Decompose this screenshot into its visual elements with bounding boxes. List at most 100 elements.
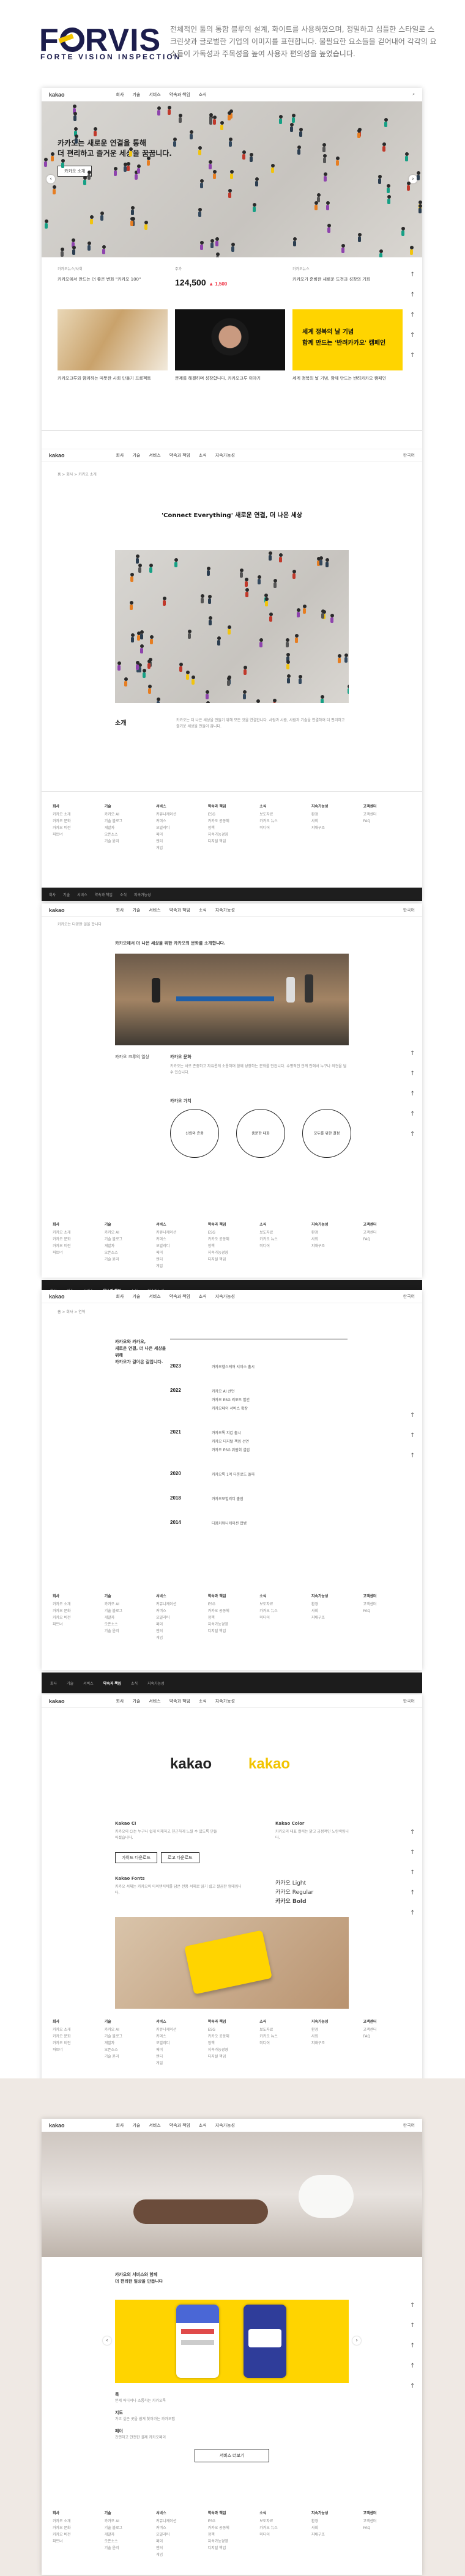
footer-link[interactable]: 게임 xyxy=(156,1263,204,1270)
footer-link[interactable]: 커뮤니케이션 xyxy=(156,1229,204,1236)
strip-nav-item[interactable]: 소식 xyxy=(120,892,127,897)
footer-link[interactable]: 커머스 xyxy=(156,2525,204,2531)
footer-heading[interactable]: 서비스 xyxy=(156,2018,204,2025)
footer-link[interactable]: 카카오 AI xyxy=(105,1229,153,1236)
footer-heading[interactable]: 기술 xyxy=(105,1593,153,1600)
guide-download-button[interactable]: 가이드 다운로드 xyxy=(115,1852,158,1863)
nav-item[interactable]: 회사 xyxy=(116,1294,124,1300)
footer-link[interactable]: 엔터 xyxy=(156,2053,204,2060)
footer-link[interactable]: 미디어 xyxy=(259,825,308,831)
footer-link[interactable]: 기술 윤리 xyxy=(105,2053,153,2060)
footer-heading[interactable]: 기술 xyxy=(105,1221,153,1228)
footer-link[interactable]: 카카오 뉴스 xyxy=(259,1608,308,1614)
nav-item[interactable]: 서비스 xyxy=(149,1698,160,1704)
site-logo[interactable]: kakao xyxy=(49,2122,65,2129)
footer-link[interactable]: 디지털 책임 xyxy=(208,1256,256,1263)
footer-link[interactable]: 지배구조 xyxy=(311,1614,360,1621)
footer-link[interactable]: 미디어 xyxy=(259,1243,308,1249)
footer-link[interactable]: 개발자 xyxy=(105,1614,153,1621)
footer-link[interactable]: 카카오 소개 xyxy=(53,2518,101,2525)
strip-nav-item[interactable]: 지속가능성 xyxy=(147,1680,165,1686)
up-arrow-icon[interactable]: ↑ xyxy=(410,1412,417,1419)
footer-link[interactable]: 기술 블로그 xyxy=(105,1236,153,1243)
footer-link[interactable]: ESG xyxy=(208,1601,256,1608)
footer-link[interactable]: 카카오 문화 xyxy=(53,1608,101,1614)
footer-link[interactable]: 디지털 책임 xyxy=(208,838,256,845)
footer-link[interactable]: 커머스 xyxy=(156,2033,204,2040)
news-card-3[interactable]: 카카오뉴스 카카오가 준비한 새로운 도전과 성장의 기회 xyxy=(292,267,403,283)
footer-heading[interactable]: 고객센터 xyxy=(363,1221,411,1228)
footer-link[interactable]: 지속가능경영 xyxy=(208,2538,256,2545)
footer-link[interactable]: 커머스 xyxy=(156,1608,204,1614)
footer-link[interactable]: ESG xyxy=(208,1229,256,1236)
footer-link[interactable]: 지배구조 xyxy=(311,1243,360,1249)
footer-link[interactable]: 커머스 xyxy=(156,818,204,825)
strip-nav-item[interactable]: 기술 xyxy=(63,892,70,897)
footer-link[interactable]: 카카오 뉴스 xyxy=(259,1236,308,1243)
footer-link[interactable]: 엔터 xyxy=(156,1628,204,1635)
footer-link[interactable]: 파트너 xyxy=(53,2538,101,2545)
up-arrow-icon[interactable]: ↑ xyxy=(410,1869,417,1876)
footer-heading[interactable]: 약속과 책임 xyxy=(208,2018,256,2025)
card-photo-person[interactable] xyxy=(175,309,285,370)
footer-heading[interactable]: 지속가능성 xyxy=(311,1593,360,1600)
up-arrow-icon[interactable]: ↑ xyxy=(410,1432,417,1439)
nav-item[interactable]: 소식 xyxy=(199,2122,207,2129)
footer-link[interactable]: 오픈소스 xyxy=(105,2047,153,2053)
footer-link[interactable]: 페이 xyxy=(156,2538,204,2545)
up-arrow-icon[interactable]: ↑ xyxy=(410,1091,417,1097)
footer-link[interactable]: 미디어 xyxy=(259,2040,308,2047)
strip-nav-item[interactable]: 회사 xyxy=(50,1680,57,1686)
language-select[interactable]: 한국어 xyxy=(403,1698,415,1704)
footer-link[interactable]: 페이 xyxy=(156,831,204,838)
up-arrow-icon[interactable]: ↑ xyxy=(410,2322,417,2329)
nav-item[interactable]: 회사 xyxy=(116,1698,124,1704)
footer-link[interactable]: 보도자료 xyxy=(259,1601,308,1608)
site-logo[interactable]: kakao xyxy=(49,92,65,98)
news-card-1[interactable]: 카카오뉴스/사회 카카오에서 만드는 더 좋은 변화 "카카오 100" xyxy=(58,267,168,283)
nav-item-company[interactable]: 회사 xyxy=(116,92,124,98)
nav-item-promise[interactable]: 약속과 책임 xyxy=(169,92,190,98)
strip-nav-item[interactable]: 서비스 xyxy=(77,892,87,897)
footer-link[interactable]: 카카오 뉴스 xyxy=(259,2033,308,2040)
strip-nav-item[interactable]: 약속과 책임 xyxy=(103,1680,121,1686)
footer-link[interactable]: 환경 xyxy=(311,1601,360,1608)
footer-link[interactable]: 기술 윤리 xyxy=(105,1628,153,1635)
nav-item[interactable]: 약속과 책임 xyxy=(169,2122,190,2129)
footer-link[interactable]: 기술 블로그 xyxy=(105,818,153,825)
footer-link[interactable]: 지속가능경영 xyxy=(208,1249,256,1256)
prev-arrow-icon[interactable]: ‹ xyxy=(103,2336,111,2345)
footer-link[interactable]: 사회 xyxy=(311,1608,360,1614)
footer-link[interactable]: 디지털 책임 xyxy=(208,2053,256,2060)
footer-link[interactable]: 카카오 비전 xyxy=(53,2531,101,2538)
footer-link[interactable]: 기술 블로그 xyxy=(105,2525,153,2531)
nav-item[interactable]: 지속가능성 xyxy=(215,1294,235,1300)
footer-link[interactable]: 오픈소스 xyxy=(105,1249,153,1256)
footer-link[interactable]: 카카오 공동체 xyxy=(208,2033,256,2040)
footer-link[interactable]: 카카오 AI xyxy=(105,1601,153,1608)
footer-link[interactable]: 기술 블로그 xyxy=(105,1608,153,1614)
footer-link[interactable]: 카카오 공동체 xyxy=(208,1608,256,1614)
footer-link[interactable]: 보도자료 xyxy=(259,1229,308,1236)
footer-heading[interactable]: 약속과 책임 xyxy=(208,1593,256,1600)
footer-link[interactable]: 사회 xyxy=(311,1236,360,1243)
footer-heading[interactable]: 회사 xyxy=(53,1593,101,1600)
footer-link[interactable]: 카카오 공동체 xyxy=(208,2525,256,2531)
footer-link[interactable]: 정책 xyxy=(208,2040,256,2047)
up-arrow-icon[interactable]: ↑ xyxy=(410,1849,417,1856)
nav-item[interactable]: 기술 xyxy=(132,907,140,913)
nav-item[interactable]: 소식 xyxy=(199,452,207,458)
prev-arrow-icon[interactable]: ‹ xyxy=(46,175,55,183)
footer-link[interactable]: 카카오 공동체 xyxy=(208,1236,256,1243)
up-arrow-icon[interactable]: ↑ xyxy=(410,1910,417,1916)
footer-link[interactable]: 기술 블로그 xyxy=(105,2033,153,2040)
footer-link[interactable]: 파트너 xyxy=(53,1249,101,1256)
footer-link[interactable]: 기술 윤리 xyxy=(105,2545,153,2552)
nav-item[interactable]: 회사 xyxy=(116,907,124,913)
footer-link[interactable]: 카카오 AI xyxy=(105,2518,153,2525)
next-arrow-icon[interactable]: › xyxy=(352,2336,361,2345)
footer-link[interactable]: 카카오 AI xyxy=(105,811,153,818)
footer-link[interactable]: 고객센터 xyxy=(363,1601,411,1608)
strip-nav-item[interactable]: 서비스 xyxy=(83,1680,94,1686)
footer-link[interactable]: FAQ xyxy=(363,2033,411,2040)
